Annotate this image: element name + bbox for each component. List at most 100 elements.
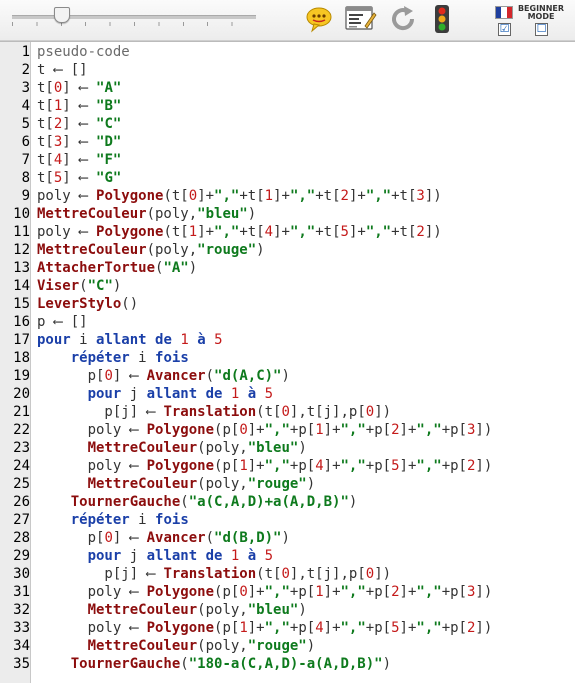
code-token: ]+ xyxy=(197,188,215,204)
slider-thumb[interactable] xyxy=(53,7,70,23)
code-token: +p[ xyxy=(441,422,467,438)
code-line[interactable]: t[1] ⟵ "B" xyxy=(37,97,121,115)
code-line[interactable]: pour j allant de 1 à 5 xyxy=(37,385,274,403)
code-line[interactable]: poly ⟵ Polygone(t[0]+","+t[1]+","+t[2]+"… xyxy=(37,187,442,205)
code-line[interactable]: MettreCouleur(poly,"rouge") xyxy=(37,637,316,655)
code-line[interactable]: p[j] ⟵ Translation(t[0],t[j],p[0]) xyxy=(37,565,391,583)
code-token: pour xyxy=(87,386,122,402)
code-line[interactable]: MettreCouleur(poly,"bleu") xyxy=(37,205,256,223)
code-line[interactable]: pour i allant de 1 à 5 xyxy=(37,331,223,349)
code-line[interactable]: Viser("C") xyxy=(37,277,121,295)
code-token: ]+ xyxy=(247,422,265,438)
code-token: 1 xyxy=(239,458,248,474)
line-number: 30 xyxy=(13,566,30,582)
line-number: 22 xyxy=(13,422,30,438)
code-token: "," xyxy=(340,620,366,636)
code-token: pseudo-code xyxy=(37,44,130,60)
code-line[interactable]: t[3] ⟵ "D" xyxy=(37,133,121,151)
code-token: ],t[j],p[ xyxy=(289,404,366,420)
code-line[interactable]: p[0] ⟵ Avancer("d(B,D)") xyxy=(37,529,290,547)
code-token: "," xyxy=(289,224,316,240)
code-line[interactable]: poly ⟵ Polygone(p[0]+","+p[1]+","+p[2]+"… xyxy=(37,421,493,439)
code-token: t[ xyxy=(37,116,54,132)
code-token: 2 xyxy=(340,188,349,204)
code-line[interactable]: t[5] ⟵ "G" xyxy=(37,169,121,187)
code-line[interactable]: répéter i fois xyxy=(37,349,189,367)
slider-track[interactable] xyxy=(12,15,256,19)
code-line[interactable]: TournerGauche("180-a(C,A,D)-a(A,D,B)") xyxy=(37,655,391,673)
code-line[interactable]: MettreCouleur(poly,"rouge") xyxy=(37,475,316,493)
code-line[interactable]: MettreCouleur(poly,"rouge") xyxy=(37,241,265,259)
code-line[interactable]: p[j] ⟵ Translation(t[0],t[j],p[0]) xyxy=(37,403,391,421)
code-token: ⟵ xyxy=(79,116,97,132)
code-token: ] xyxy=(62,152,80,168)
french-flag-icon[interactable] xyxy=(495,6,513,19)
code-token: 1 xyxy=(239,620,248,636)
code-token: 5 xyxy=(340,224,349,240)
code-token: p[ xyxy=(37,368,105,384)
code-token: ⟵ xyxy=(79,134,97,150)
code-line[interactable]: p[0] ⟵ Avancer("d(A,C)") xyxy=(37,367,290,385)
code-line[interactable]: TournerGauche("a(C,A,D)+a(A,D,B)") xyxy=(37,493,358,511)
code-line[interactable]: p ⟵ [] xyxy=(37,313,88,331)
code-line[interactable]: pour j allant de 1 à 5 xyxy=(37,547,274,565)
traffic-light-icon[interactable] xyxy=(427,4,457,34)
code-token: ] xyxy=(112,368,130,384)
code-token: [] xyxy=(70,62,88,78)
line-number: 24 xyxy=(13,458,30,474)
code-line[interactable]: t[4] ⟵ "F" xyxy=(37,151,121,169)
code-line[interactable]: LeverStylo() xyxy=(37,295,138,313)
settings-panel-icon[interactable] xyxy=(345,4,377,34)
code-token: ) xyxy=(281,368,290,384)
code-token: ] xyxy=(62,80,80,96)
code-token: fois xyxy=(155,512,189,528)
code-token: "," xyxy=(416,620,442,636)
code-token: Viser xyxy=(37,278,80,294)
code-line[interactable]: t[0] ⟵ "A" xyxy=(37,79,121,97)
reload-icon[interactable] xyxy=(388,4,418,34)
code-token: ]+ xyxy=(399,458,417,474)
code-editor[interactable]: 1 2 3 4 5 6 7 8 9 10 11 12 13 14 15 16 17 18 19 20 21 22 23 24 2… xyxy=(0,41,575,683)
code-token: à xyxy=(247,548,257,564)
code-token: ]+ xyxy=(323,620,341,636)
code-token: ]+ xyxy=(399,584,417,600)
code-token: j xyxy=(121,548,147,564)
code-line[interactable]: poly ⟵ Polygone(p[1]+","+p[4]+","+p[5]+"… xyxy=(37,619,493,637)
code-token: i xyxy=(129,512,156,528)
code-token: +t[ xyxy=(239,188,265,204)
code-line[interactable]: poly ⟵ Polygone(p[1]+","+p[4]+","+p[5]+"… xyxy=(37,457,493,475)
code-line[interactable]: poly ⟵ Polygone(t[1]+","+t[4]+","+t[5]+"… xyxy=(37,223,442,241)
code-line[interactable]: t[2] ⟵ "C" xyxy=(37,115,121,133)
language-checkbox[interactable]: ☑ xyxy=(498,23,511,36)
code-token: 5 xyxy=(264,548,274,564)
code-token: Polygone xyxy=(96,224,164,240)
code-token: 2 xyxy=(416,224,425,240)
code-token: "C" xyxy=(96,116,122,132)
code-token: ) xyxy=(306,476,316,492)
code-token: allant de xyxy=(146,548,223,564)
code-line[interactable]: MettreCouleur(poly,"bleu") xyxy=(37,439,307,457)
code-token: MettreCouleur xyxy=(87,476,198,492)
code-token: "," xyxy=(416,458,442,474)
code-line[interactable]: poly ⟵ Polygone(p[0]+","+p[1]+","+p[2]+"… xyxy=(37,583,493,601)
code-line[interactable]: MettreCouleur(poly,"bleu") xyxy=(37,601,307,619)
beginner-mode-checkbox[interactable]: ☐ xyxy=(535,23,548,36)
speech-bubble-icon[interactable] xyxy=(304,4,334,34)
code-token: (poly, xyxy=(197,602,248,618)
code-token: ⟵ xyxy=(79,170,97,186)
code-token: +p[ xyxy=(365,620,392,636)
code-token: ⟵ xyxy=(129,530,147,546)
code-line[interactable]: t ⟵ [] xyxy=(37,61,88,79)
code-token: Translation xyxy=(163,566,257,582)
code-line[interactable]: AttacherTortue("A") xyxy=(37,259,197,277)
code-line[interactable]: pseudo-code xyxy=(37,43,130,61)
code-line[interactable]: répéter i fois xyxy=(37,511,189,529)
line-number: 6 xyxy=(21,134,30,150)
